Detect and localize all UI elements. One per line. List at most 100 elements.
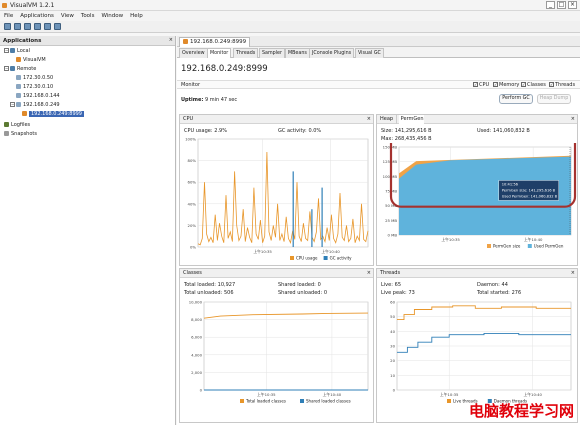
tree-host-4[interactable]: −192.168.0.249 [10, 101, 60, 109]
tooltip-time: 10:41:56 [502, 182, 519, 186]
y-tick-label: 0 [200, 388, 203, 393]
perform-gc-button[interactable]: Perform GC [499, 94, 533, 104]
classes-panel-close[interactable]: × [367, 269, 371, 278]
menu-window[interactable]: Window [101, 13, 123, 19]
y-tick-label: 2,000 [191, 370, 202, 375]
legend-label: Shared loaded classes [306, 399, 351, 404]
collapse-icon[interactable]: − [4, 48, 9, 53]
logfiles-icon [4, 122, 9, 127]
window-title: VisualVM 1.2.1 [10, 2, 55, 9]
legend-label: CPU usage [296, 256, 318, 261]
legend-swatch [527, 244, 532, 248]
cpu-panel-close[interactable]: × [367, 115, 371, 124]
heap-panel-close[interactable]: × [571, 115, 575, 124]
tree-local[interactable]: − Local [4, 47, 30, 55]
tab-permgen[interactable]: PermGen [398, 115, 424, 124]
tab-sampler[interactable]: Sampler [259, 48, 285, 58]
tab-visual-gc[interactable]: Visual GC [355, 48, 384, 58]
add-snapshot-icon[interactable] [34, 23, 41, 30]
plot-area [203, 301, 369, 391]
x-tick-label: 上午10:35 [441, 237, 460, 242]
tree-snapshots[interactable]: Snapshots [4, 130, 37, 138]
y-tick-label: 20% [188, 223, 197, 228]
close-button[interactable]: × [568, 1, 577, 9]
menu-view[interactable]: View [61, 13, 74, 19]
tab-overview[interactable]: Overview [179, 48, 208, 58]
document-tab[interactable]: 192.168.0.249:8999 [179, 37, 251, 47]
snapshots-icon [4, 131, 9, 136]
x-tick-label: 上午10:40 [523, 392, 542, 397]
open-icon[interactable] [4, 23, 11, 30]
applications-header: Applications [3, 38, 42, 44]
legend-swatch [300, 399, 304, 403]
tab-heap[interactable]: Heap [380, 115, 398, 124]
monitor-label: Monitor [181, 82, 201, 88]
thread-dump-icon[interactable] [54, 23, 61, 30]
network-icon [10, 66, 15, 71]
permgen-chart: 150 MB125 MB100 MB75 MB50 MB25 MB0 MB上午1… [383, 143, 577, 249]
maximize-button[interactable]: □ [557, 1, 566, 9]
title-bar: VisualVM 1.2.1 _ □ × [0, 0, 580, 11]
total-unloaded: Total unloaded: 506 [184, 290, 234, 296]
y-tick-label: 10,000 [189, 300, 203, 305]
legend-swatch [290, 256, 294, 260]
memory-checkbox[interactable]: ✓ Memory [493, 82, 519, 88]
threads-panel-close[interactable]: × [571, 269, 575, 278]
y-tick-label: 6,000 [191, 335, 202, 340]
collapse-icon[interactable]: − [10, 102, 15, 107]
tree-host-2[interactable]: 172.30.0.10 [16, 83, 53, 91]
daemon-threads: Daemon: 44 [477, 282, 508, 288]
shared-unloaded: Shared unloaded: 0 [278, 290, 328, 296]
gc-activity-spike [292, 171, 294, 247]
tab-monitor[interactable]: Monitor [207, 48, 232, 58]
menu-bar: File Applications View Tools Window Help [0, 11, 580, 21]
classes-checkbox[interactable]: ✓ Classes [521, 82, 546, 88]
total-loaded: Total loaded: 10,927 [184, 282, 236, 288]
x-tick-label: 上午10:40 [323, 392, 342, 397]
tree-host-3[interactable]: 192.168.0.144 [16, 92, 60, 100]
tab-jconsole-plugins[interactable]: JConsole Plugins [309, 48, 355, 58]
collapse-icon[interactable]: − [4, 66, 9, 71]
applications-close-button[interactable]: × [169, 37, 173, 43]
host-icon [16, 93, 21, 98]
menu-help[interactable]: Help [130, 13, 143, 19]
classes-panel-title: Classes [183, 270, 202, 276]
cpu-panel-title: CPU [183, 116, 194, 122]
add-jmx-connection-icon[interactable] [24, 23, 31, 30]
y-tick-label: 30 [390, 344, 395, 349]
tab-mbeans[interactable]: MBeans [285, 48, 310, 58]
classes-panel: Classes × Total loaded: 10,927 Shared loa… [179, 268, 374, 423]
y-tick-label: 8,000 [191, 317, 202, 322]
threads-checkbox[interactable]: ✓ Threads [549, 82, 575, 88]
x-tick-label: 上午10:40 [524, 237, 543, 242]
tab-threads[interactable]: Threads [233, 48, 259, 58]
tree-selected-app[interactable]: 192.168.0.249:8999 [22, 110, 84, 118]
gc-activity: GC activity: 0.0% [278, 128, 322, 134]
tree-visualvm[interactable]: VisualVM [16, 56, 46, 64]
tooltip-used: Used PermGen: 141,060,832 B [502, 194, 558, 198]
tree-remote[interactable]: − Remote [4, 65, 36, 73]
tree-host-1[interactable]: 172.30.0.50 [16, 74, 53, 82]
heap-panel: Heap PermGen × Size: 141,295,616 B Used:… [376, 114, 578, 266]
host-icon [16, 75, 21, 80]
y-tick-label: 20 [390, 358, 395, 363]
main-area: 192.168.0.249:8999 Overview Monitor Thre… [177, 36, 580, 425]
toolbar [0, 21, 580, 33]
minimize-button[interactable]: _ [546, 1, 555, 9]
view-tabs: Overview Monitor Threads Sampler MBeans … [177, 47, 580, 58]
menu-applications[interactable]: Applications [20, 13, 54, 19]
cpu-checkbox[interactable]: ✓ CPU [473, 82, 489, 88]
menu-tools[interactable]: Tools [81, 13, 95, 19]
y-tick-label: 25 MB [385, 218, 397, 223]
y-tick-label: 0% [190, 245, 196, 250]
heap-dump-icon[interactable] [44, 23, 51, 30]
y-tick-label: 80% [188, 158, 197, 163]
total-started: Total started: 276 [477, 290, 522, 296]
x-tick-label: 上午10:35 [440, 392, 459, 397]
host-icon [16, 84, 21, 89]
legend-label: Total loaded classes [245, 399, 286, 404]
menu-file[interactable]: File [4, 13, 13, 19]
add-remote-host-icon[interactable] [14, 23, 21, 30]
heap-dump-button[interactable]: Heap Dump [537, 94, 571, 104]
tree-logfiles[interactable]: Logfiles [4, 121, 30, 129]
